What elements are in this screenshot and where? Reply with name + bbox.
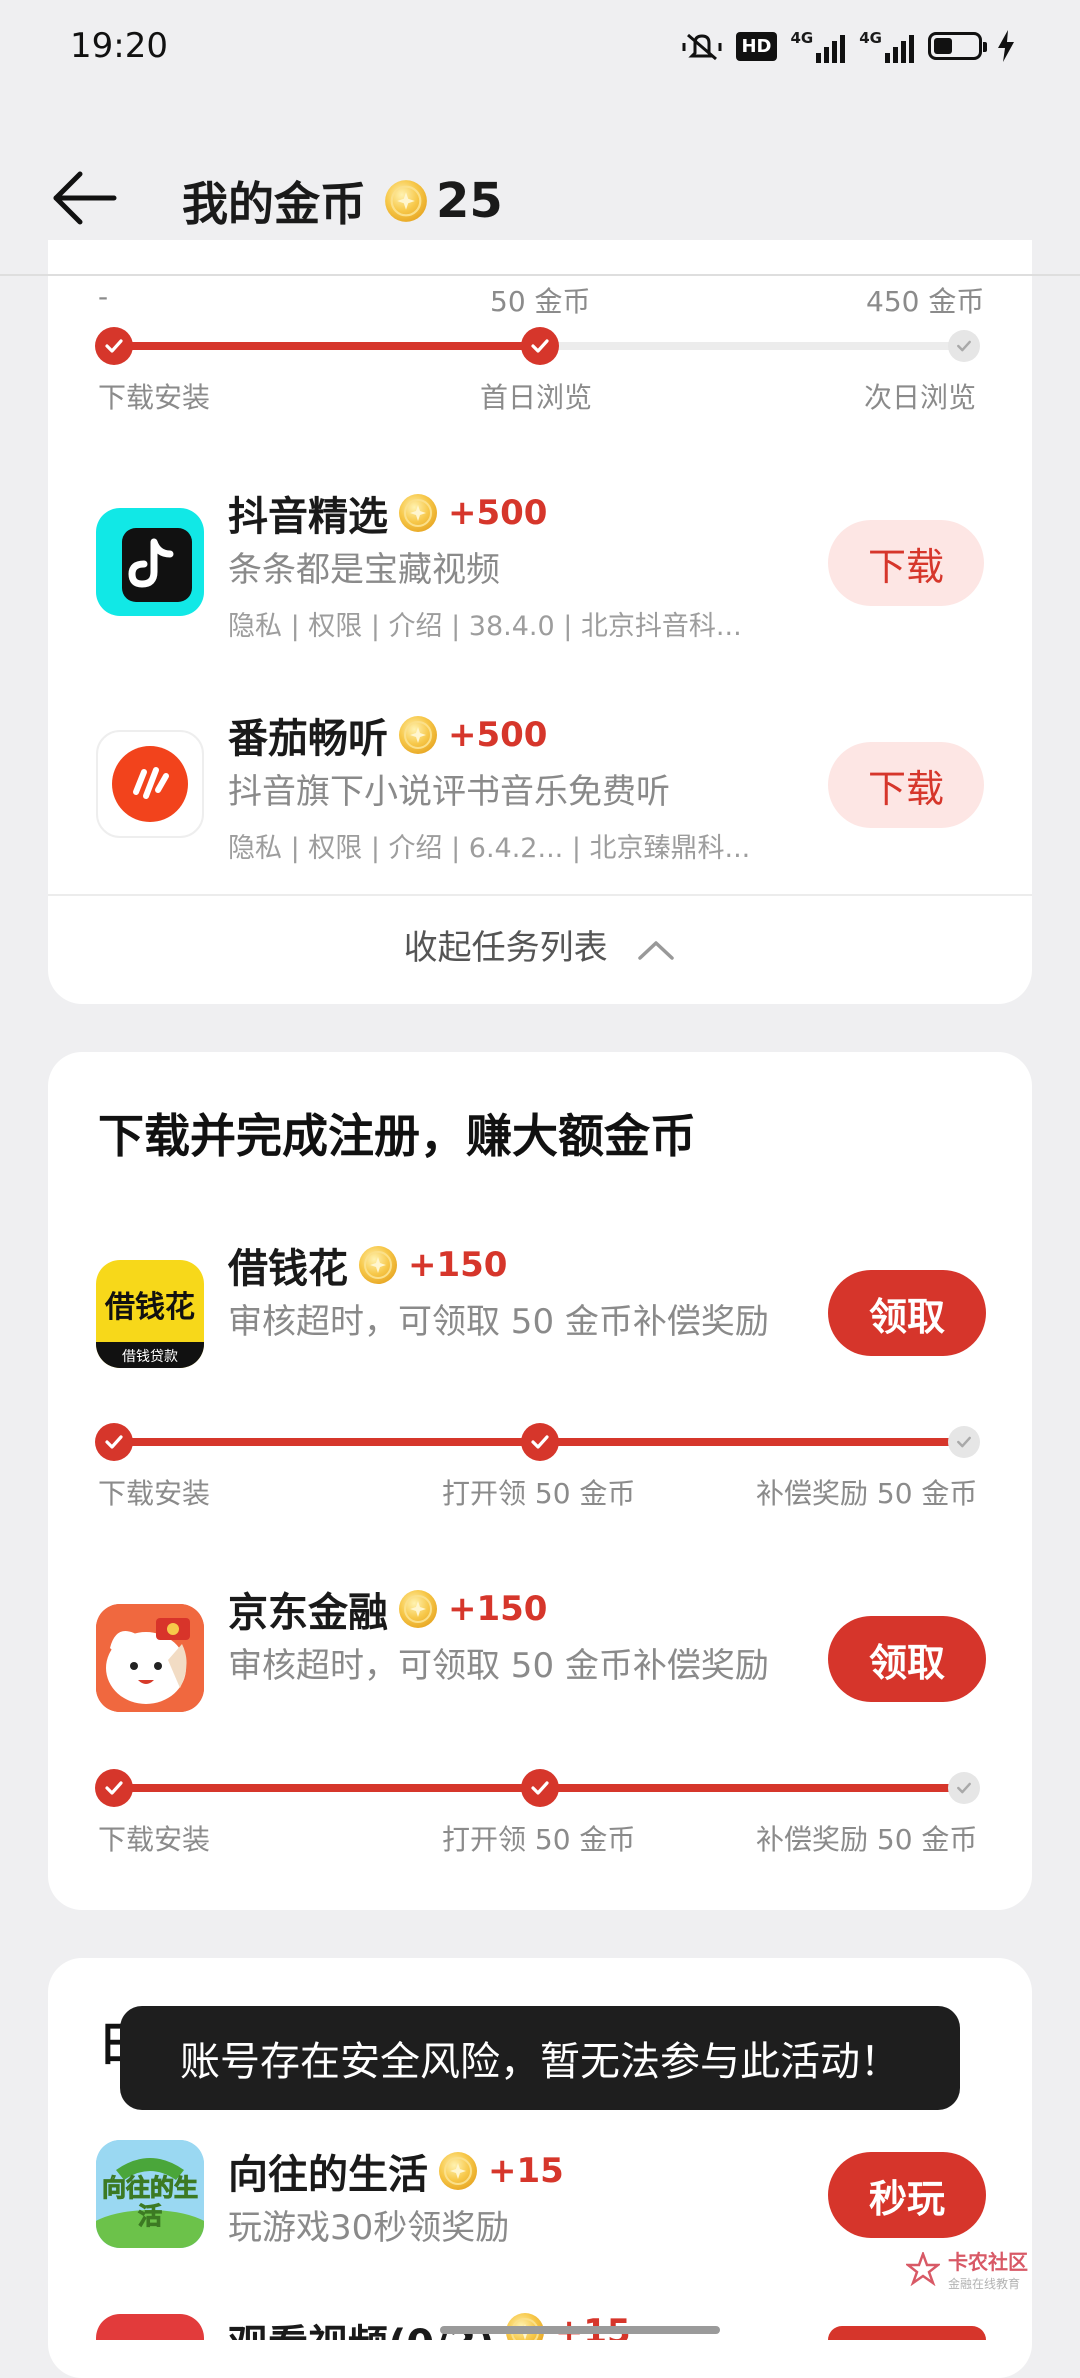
coin-icon: [358, 1245, 398, 1285]
app-name: 京东金融: [228, 1590, 388, 1636]
coin-icon: [438, 2151, 478, 2191]
download-button[interactable]: 下载: [828, 742, 984, 828]
app-description: 条条都是宝藏视频: [228, 550, 500, 590]
signal-2-icon: 4G: [859, 29, 914, 63]
app-description: 审核超时，可领取 50 金币补偿奖励: [228, 1302, 769, 1342]
claim-button[interactable]: 领取: [828, 1616, 986, 1702]
progress-label-2: 打开领 50 金币: [442, 1477, 636, 1510]
jieqianhua-icon[interactable]: 借钱花 借钱贷款: [96, 1260, 204, 1368]
app-meta-links[interactable]: 隐私 | 权限 | 介绍 | 6.4.2... | 北京臻鼎科...: [228, 826, 750, 865]
watermark-title: 卡农社区: [948, 2250, 1028, 2274]
reward-amount: +150: [408, 1245, 508, 1285]
app-title-row: 借钱花 +150: [228, 1236, 507, 1294]
reward-amount: +150: [448, 1589, 548, 1629]
section-title: 下载并完成注册，赚大额金币: [98, 1109, 696, 1163]
fanqie-icon[interactable]: [96, 730, 204, 838]
xiangwang-icon-text: 向往的生活: [102, 2174, 199, 2231]
chevron-up-icon: [638, 940, 675, 960]
page-title: 我的金币 25: [182, 168, 503, 234]
watermark-subtitle: 金融在线教育: [948, 2277, 1021, 2291]
download-button[interactable]: 下载: [828, 520, 984, 606]
app-title-row: 抖音精选 +500: [228, 484, 547, 542]
coin-balance: 25: [436, 173, 503, 229]
app-name: 番茄畅听: [228, 716, 388, 762]
reward-amount: +500: [448, 715, 548, 755]
progress-top-label-3: 450 金币: [866, 285, 985, 318]
jieqianhua-icon-subtext: 借钱贷款: [122, 1349, 178, 1365]
reward-amount: +15: [488, 2151, 564, 2191]
network-type-2: 4G: [859, 29, 882, 47]
progress-step-3: [948, 1426, 980, 1458]
progress-step-1: [95, 327, 133, 365]
progress-step-3: [948, 330, 980, 362]
video-task-button[interactable]: [828, 2326, 986, 2340]
app-title-row: 番茄畅听 +500: [228, 706, 547, 764]
progress-step-2: [521, 327, 559, 365]
progress-step-1: [95, 1769, 133, 1807]
jieqianhua-icon-text: 借钱花: [105, 1290, 195, 1325]
progress-label-1: 下载安装: [98, 1477, 211, 1510]
progress-step-3: [948, 1772, 980, 1804]
progress-step-1: [95, 1423, 133, 1461]
hd-icon: HD: [736, 31, 777, 61]
progress-step-2: [521, 1423, 559, 1461]
progress-track-done: [540, 1438, 966, 1446]
back-arrow-icon[interactable]: [50, 168, 120, 228]
progress-step-2: [521, 1769, 559, 1807]
jd-finance-icon[interactable]: [96, 1604, 204, 1712]
page-title-text: 我的金币: [182, 177, 366, 231]
xiangwang-icon[interactable]: 向往的生活: [96, 2140, 204, 2248]
progress-track-pending: [540, 342, 966, 350]
status-icons: HD 4G 4G: [682, 26, 1016, 66]
app-title-row: 京东金融 +150: [228, 1580, 547, 1638]
coin-icon: [384, 179, 428, 223]
signal-1-icon: 4G: [791, 29, 846, 63]
watermark-logo-icon: [906, 2252, 940, 2286]
charging-icon: [998, 30, 1014, 62]
collapse-task-list-button[interactable]: 收起任务列表: [0, 920, 1080, 969]
watermark: 卡农社区 金融在线教育: [906, 2246, 1028, 2292]
coin-icon: [398, 493, 438, 533]
status-time: 19:20: [70, 26, 168, 66]
progress-track-done: [114, 1784, 540, 1792]
douyin-icon[interactable]: [96, 508, 204, 616]
progress-label-1: 下载安装: [98, 1823, 211, 1856]
progress-label-3: 补偿奖励 50 金币: [756, 1823, 978, 1856]
video-task-icon[interactable]: [96, 2314, 204, 2340]
progress-label-2: 打开领 50 金币: [442, 1823, 636, 1856]
app-title-row: 向往的生活 +15: [228, 2142, 564, 2200]
progress-track-done: [114, 342, 540, 350]
divider: [48, 894, 1032, 896]
progress-top-label-1: -: [98, 280, 109, 313]
app-description: 抖音旗下小说评书音乐免费听: [228, 772, 670, 812]
progress-top-label-2: 50 金币: [490, 285, 591, 318]
progress-label-3: 补偿奖励 50 金币: [756, 1477, 978, 1510]
app-description: 玩游戏30秒领奖励: [228, 2208, 510, 2248]
app-meta-links[interactable]: 隐私 | 权限 | 介绍 | 38.4.0 | 北京抖音科...: [228, 604, 742, 643]
coin-icon: [398, 1589, 438, 1629]
app-name: 借钱花: [228, 1246, 348, 1292]
battery-icon: [928, 32, 987, 60]
app-name: 抖音精选: [228, 494, 388, 540]
toast-message: 账号存在安全风险，暂无法参与此活动！: [120, 2006, 960, 2110]
progress-label-2: 首日浏览: [480, 381, 593, 414]
claim-button[interactable]: 领取: [828, 1270, 986, 1356]
mute-vibrate-icon: [682, 33, 722, 61]
network-type-1: 4G: [790, 29, 814, 47]
collapse-label: 收起任务列表: [403, 928, 608, 968]
progress-track-done: [114, 1438, 540, 1446]
progress-label-3: 次日浏览: [864, 381, 977, 414]
progress-track-done: [540, 1784, 966, 1792]
reward-amount: +500: [448, 493, 548, 533]
play-now-button[interactable]: 秒玩: [828, 2152, 986, 2238]
coin-icon: [398, 715, 438, 755]
app-description: 审核超时，可领取 50 金币补偿奖励: [228, 1646, 769, 1686]
header-divider: [0, 274, 1080, 276]
home-indicator[interactable]: [440, 2326, 720, 2334]
progress-label-1: 下载安装: [98, 381, 211, 414]
app-name: 向往的生活: [228, 2152, 428, 2198]
